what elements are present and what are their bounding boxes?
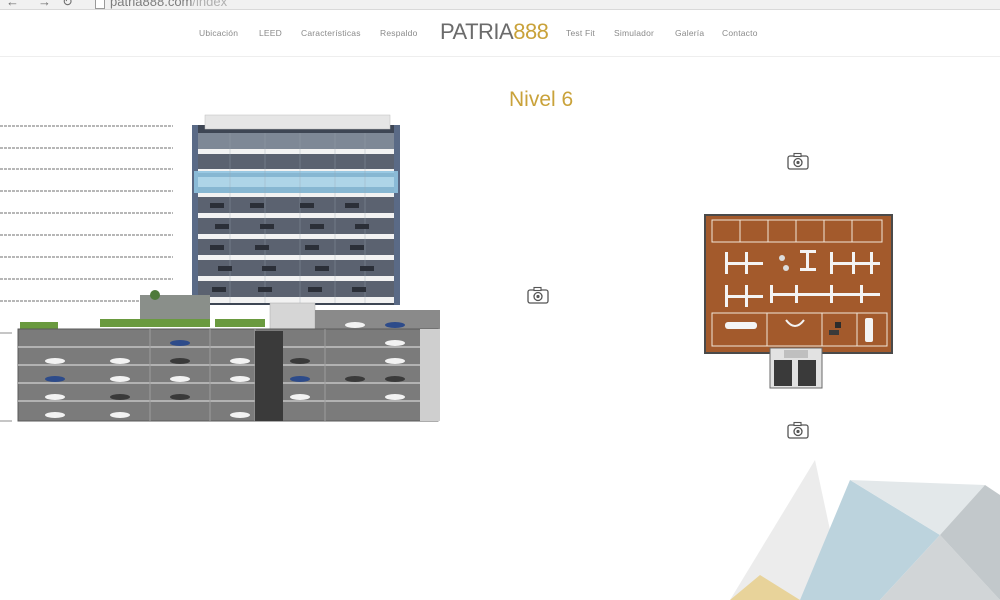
- geometric-decoration: [730, 460, 1000, 600]
- url-domain: patria888.com: [110, 0, 193, 9]
- page-icon: [95, 0, 105, 9]
- nav-caracteristicas[interactable]: Características: [301, 28, 361, 38]
- address-bar[interactable]: patria888.com/index: [110, 0, 227, 9]
- forward-arrow-icon[interactable]: →: [38, 0, 51, 9]
- nav-respaldo[interactable]: Respaldo: [380, 28, 418, 38]
- patria-logo[interactable]: PATRIA888: [440, 19, 549, 45]
- level-title: Nivel 6: [509, 88, 574, 111]
- nav-test-fit[interactable]: Test Fit: [566, 28, 595, 38]
- logo-number: 888: [513, 19, 549, 44]
- nav-ubicacion[interactable]: Ubicación: [199, 28, 238, 38]
- reload-icon[interactable]: ↻: [62, 0, 73, 9]
- camera-icon[interactable]: [787, 421, 809, 439]
- nav-contacto[interactable]: Contacto: [722, 28, 758, 38]
- logo-word: PATRIA: [440, 19, 514, 44]
- floor-plan-image[interactable]: [700, 210, 900, 395]
- back-arrow-icon[interactable]: ←: [6, 0, 19, 9]
- camera-icon[interactable]: [787, 152, 809, 170]
- site-navigation: Ubicación LEED Características Respaldo …: [0, 10, 1000, 57]
- nav-simulador[interactable]: Simulador: [614, 28, 654, 38]
- nav-leed[interactable]: LEED: [259, 28, 282, 38]
- building-elevation-image[interactable]: [0, 105, 445, 430]
- browser-toolbar: ← → ↻ patria888.com/index: [0, 0, 1000, 10]
- url-path: /index: [192, 0, 228, 9]
- camera-icon[interactable]: [527, 286, 549, 304]
- nav-galeria[interactable]: Galería: [675, 28, 704, 38]
